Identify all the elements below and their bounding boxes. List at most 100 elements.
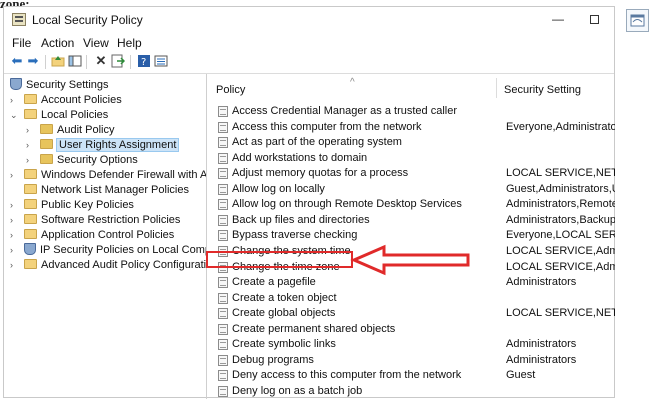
policy-name: Deny log on as a batch job	[232, 384, 363, 397]
policy-name: Create a token object	[232, 291, 337, 304]
folder-icon	[24, 259, 37, 269]
tree-item-advanced-audit[interactable]: › Advanced Audit Policy Configuration	[10, 258, 206, 273]
policy-icon	[218, 354, 228, 366]
menu-help[interactable]: Help	[117, 36, 142, 50]
tree-item-public-key-policies[interactable]: › Public Key Policies	[10, 198, 134, 213]
policy-row[interactable]: Debug programs Administrators	[208, 353, 615, 368]
folder-icon	[24, 109, 37, 119]
menu-action[interactable]: Action	[41, 36, 74, 50]
policy-name: Back up files and directories	[232, 213, 370, 226]
chevron-right-icon[interactable]: ›	[10, 213, 20, 228]
toolbar-separator	[86, 55, 87, 69]
chevron-right-icon[interactable]: ›	[10, 198, 20, 213]
policy-row[interactable]: Access this computer from the network Eve…	[208, 120, 615, 135]
policy-icon	[218, 308, 228, 320]
policy-name: Bypass traverse checking	[232, 229, 358, 242]
policy-name: Debug programs	[232, 353, 314, 366]
policy-row[interactable]: Create global objects LOCAL SERVICE,NETWO…	[208, 306, 615, 321]
policy-row[interactable]: Allow log on locally Guest,Administrators…	[208, 182, 615, 197]
folder-icon	[24, 169, 37, 179]
policy-row[interactable]: Allow log on through Remote Desktop Serv…	[208, 197, 615, 212]
back-arrow-icon[interactable]: ⬅	[10, 54, 24, 68]
policy-setting: Administrators,Remote ...	[506, 198, 615, 211]
toolbar: ⬅ ➡ ✕ ?	[4, 51, 614, 73]
policy-name: Access Credential Manager as a trusted c…	[232, 105, 457, 117]
policy-icon	[218, 277, 228, 289]
policy-setting: LOCAL SERVICE,NETWO...	[506, 307, 615, 320]
policy-row[interactable]: Create a token object	[208, 291, 615, 306]
red-arrow-annotation	[350, 244, 470, 276]
chevron-right-icon[interactable]: ›	[26, 153, 36, 168]
chevron-right-icon[interactable]: ›	[10, 93, 20, 108]
tree-item-security-settings[interactable]: Security Settings	[10, 78, 109, 93]
menu-file[interactable]: File	[12, 36, 31, 50]
folder-icon	[24, 199, 37, 209]
policy-icon	[218, 137, 228, 149]
tree-item-ip-security[interactable]: ›IP Security Policies on Local Compute	[10, 243, 206, 258]
policy-setting: LOCAL SERVICE,Admini...	[506, 244, 615, 257]
chevron-right-icon[interactable]: ›	[10, 168, 20, 183]
minimize-button[interactable]: —	[544, 10, 572, 28]
chevron-right-icon[interactable]: ›	[10, 228, 20, 243]
chevron-right-icon[interactable]: ›	[10, 243, 20, 258]
tree-item-audit-policy[interactable]: › Audit Policy	[26, 123, 114, 138]
tree-item-software-restriction[interactable]: › Software Restriction Policies	[10, 213, 180, 228]
up-folder-icon[interactable]	[51, 54, 65, 68]
tree-item-windows-defender-firewall[interactable]: › Windows Defender Firewall with Adva	[10, 168, 206, 183]
policy-row[interactable]: Create symbolic links Administrators	[208, 337, 615, 352]
folder-icon	[40, 124, 53, 134]
folder-icon	[40, 154, 53, 164]
policy-row[interactable]: Bypass traverse checking Everyone,LOCAL S…	[208, 228, 615, 243]
policy-icon	[218, 152, 228, 164]
export-list-icon[interactable]	[111, 54, 126, 68]
policy-row[interactable]: Act as part of the operating system	[208, 135, 615, 150]
policy-setting: Everyone,LOCAL SERVIC...	[506, 229, 615, 242]
policy-icon	[218, 323, 228, 335]
tree-item-application-control[interactable]: › Application Control Policies	[10, 228, 174, 243]
folder-icon	[24, 229, 37, 239]
maximize-button[interactable]	[580, 10, 608, 28]
policy-setting: Guest,Administrators,Us...	[506, 182, 615, 195]
column-separator[interactable]	[496, 78, 497, 98]
column-header-policy[interactable]: Policy	[216, 84, 245, 96]
policy-setting: LOCAL SERVICE,NETWO...	[506, 167, 615, 180]
properties-icon[interactable]	[154, 54, 168, 68]
tree-item-local-policies[interactable]: ⌄ Local Policies	[10, 108, 108, 123]
chevron-right-icon[interactable]: ›	[10, 258, 20, 273]
policy-row[interactable]: Create permanent shared objects	[208, 322, 615, 337]
chevron-right-icon[interactable]: ›	[26, 138, 36, 153]
policy-row[interactable]: Add workstations to domain	[208, 151, 615, 166]
policy-row[interactable]: Create a pagefile Administrators	[208, 275, 615, 290]
policy-name: Allow log on locally	[232, 182, 325, 195]
policy-name: Create a pagefile	[232, 276, 316, 289]
policy-setting: Administrators	[506, 353, 577, 366]
policy-icon	[218, 385, 228, 397]
highlight-box	[206, 251, 353, 268]
show-hide-tree-icon[interactable]	[68, 54, 82, 68]
ip-security-icon	[24, 243, 36, 255]
forward-arrow-icon[interactable]: ➡	[26, 54, 40, 68]
menu-view[interactable]: View	[83, 36, 109, 50]
policy-row[interactable]: Deny log on as a batch job	[208, 384, 615, 399]
svg-text:?: ?	[141, 57, 146, 68]
policy-icon	[218, 121, 228, 133]
security-settings-icon	[10, 78, 22, 90]
policy-row[interactable]: Deny access to this computer from the ne…	[208, 368, 615, 383]
tree-item-user-rights-assignment[interactable]: › User Rights Assignment	[26, 138, 180, 153]
chevron-down-icon[interactable]: ⌄	[10, 108, 20, 123]
window-icon	[630, 14, 645, 27]
policy-row[interactable]: Back up files and directories Administrat…	[208, 213, 615, 228]
column-header-security-setting[interactable]: Security Setting	[504, 84, 581, 96]
help-icon[interactable]: ?	[137, 54, 151, 68]
external-window-button[interactable]	[626, 9, 649, 32]
folder-icon	[24, 94, 37, 104]
policy-name: Create symbolic links	[232, 338, 336, 351]
chevron-right-icon[interactable]: ›	[26, 123, 36, 138]
policy-row[interactable]: Adjust memory quotas for a process LOCAL …	[208, 166, 615, 181]
folder-icon	[24, 214, 37, 224]
delete-icon[interactable]: ✕	[94, 54, 108, 68]
tree-item-network-list-manager[interactable]: Network List Manager Policies	[24, 183, 189, 198]
tree-item-security-options[interactable]: › Security Options	[26, 153, 138, 168]
policy-row[interactable]: Access Credential Manager as a trusted c…	[208, 104, 615, 119]
tree-item-account-policies[interactable]: › Account Policies	[10, 93, 122, 108]
